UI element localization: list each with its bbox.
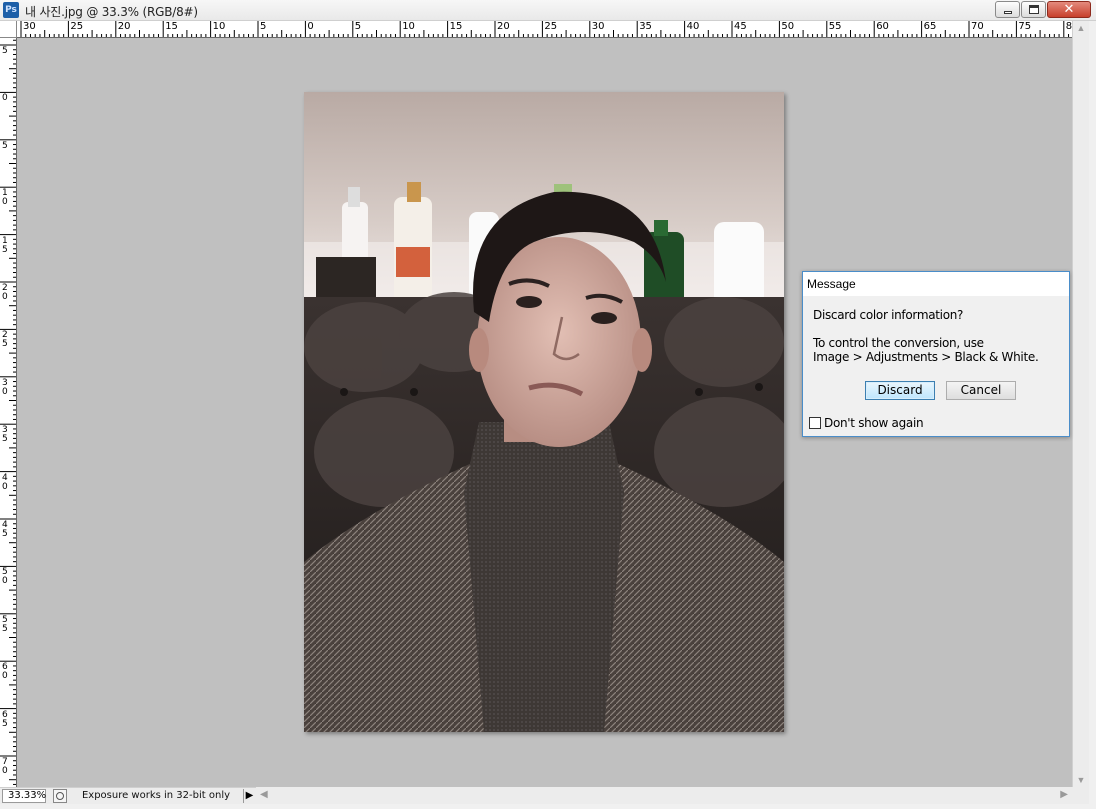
ruler-label: 0: [307, 21, 314, 32]
ruler-label: 15: [165, 21, 178, 32]
ruler-label: 35: [2, 425, 8, 445]
ruler-label: 45: [2, 520, 8, 539]
ruler-label: 60: [2, 662, 8, 682]
status-message: Exposure works in 32-bit only: [81, 790, 231, 801]
ruler-label: 65: [2, 709, 8, 729]
dont-show-again-checkbox[interactable]: [809, 417, 821, 429]
cancel-button[interactable]: Cancel: [946, 381, 1016, 400]
ruler-label: 5: [2, 140, 8, 151]
discard-button[interactable]: Discard: [865, 381, 935, 400]
zoom-level-field[interactable]: 33.33%: [2, 789, 46, 803]
ruler-label: 15: [449, 21, 463, 32]
window-titlebar[interactable]: Ps 내 사진.jpg @ 33.3% (RGB/8#) ✕: [0, 0, 1096, 21]
status-bar: 33.33% Exposure works in 32-bit only ▶: [0, 787, 256, 804]
minimize-icon: [1004, 11, 1012, 14]
vertical-scrollbar[interactable]: ▲ ▼: [1072, 21, 1089, 787]
maximize-button[interactable]: [1021, 1, 1046, 18]
ruler-label: 55: [2, 614, 8, 634]
ruler-label: 20: [497, 21, 510, 32]
dialog-question: Discard color information?: [813, 308, 964, 322]
ruler-label: 35: [639, 21, 652, 32]
horizontal-scrollbar[interactable]: ◀ ▶: [256, 787, 1072, 804]
document-title: 내 사진.jpg @ 33.3% (RGB/8#): [25, 5, 198, 19]
ruler-label: 5: [354, 21, 362, 32]
ruler-label: 30: [23, 21, 36, 32]
ruler-label: 60: [876, 21, 889, 32]
ruler-label: 20: [117, 21, 131, 32]
ruler-label: 25: [2, 330, 8, 350]
ruler-label: 55: [828, 21, 842, 32]
dialog-info-line1: To control the conversion, use: [813, 336, 984, 350]
ruler-label: 30: [591, 21, 605, 32]
ruler-label: 50: [781, 21, 795, 32]
window-controls: ✕: [994, 1, 1091, 19]
scroll-corner: [1072, 787, 1089, 804]
ruler-label: 5: [2, 46, 8, 56]
scroll-left-arrow-icon[interactable]: ◀: [260, 789, 268, 800]
photoshop-icon: Ps: [3, 2, 19, 18]
dialog-titlebar[interactable]: Message: [803, 272, 1069, 296]
ruler-label: 70: [2, 757, 8, 776]
ruler-label: 0: [2, 93, 8, 104]
ruler-label: 20: [2, 283, 8, 302]
ruler-label: 10: [212, 21, 226, 32]
ruler-label: 50: [2, 567, 8, 587]
ruler-label: 70: [971, 21, 984, 32]
ruler-label: 45: [734, 21, 747, 32]
scroll-right-arrow-icon[interactable]: ▶: [1060, 789, 1068, 800]
photo-image: [304, 92, 784, 732]
ruler-label: 75: [1018, 21, 1032, 32]
message-dialog: Message Discard color information? To co…: [802, 271, 1070, 437]
minimize-button[interactable]: [995, 1, 1020, 18]
status-menu-arrow-icon[interactable]: ▶: [243, 789, 255, 803]
ruler-label: 25: [70, 21, 84, 32]
ruler-label: 10: [2, 188, 8, 208]
ruler-label: 15: [2, 235, 8, 255]
ruler-label: 30: [2, 377, 8, 397]
ruler-label: 10: [402, 21, 415, 32]
window-border-bottom: [0, 804, 1096, 809]
dialog-info-line2: Image > Adjustments > Black & White.: [813, 350, 1039, 364]
horizontal-ruler[interactable]: 30 25 20 15 10 5 0 5 10 15 20 25 30 35 40 45 50 55 60 65 70 7…: [17, 21, 1072, 38]
dialog-title: Message: [807, 277, 856, 291]
close-icon: ✕: [1063, 2, 1075, 17]
clock-icon[interactable]: [53, 789, 67, 803]
ruler-label: 5: [260, 21, 267, 32]
ruler-label: 65: [923, 21, 937, 32]
scroll-down-arrow-icon[interactable]: ▼: [1073, 775, 1089, 785]
scroll-up-arrow-icon[interactable]: ▲: [1073, 23, 1089, 33]
dont-show-again-label[interactable]: Don't show again: [824, 416, 924, 430]
ruler-label: 25: [544, 21, 558, 32]
ruler-label: 40: [686, 21, 700, 32]
ruler-label: 40: [2, 472, 8, 492]
vertical-ruler[interactable]: 5 0 5 10 15 20 25 30 35 40 45 50 55 60 65 70: [0, 38, 17, 787]
window-border-right: [1089, 21, 1096, 809]
maximize-icon: [1029, 5, 1039, 14]
portrait-photo: [304, 92, 784, 732]
close-button[interactable]: ✕: [1047, 1, 1091, 18]
ruler-origin[interactable]: [0, 21, 17, 38]
